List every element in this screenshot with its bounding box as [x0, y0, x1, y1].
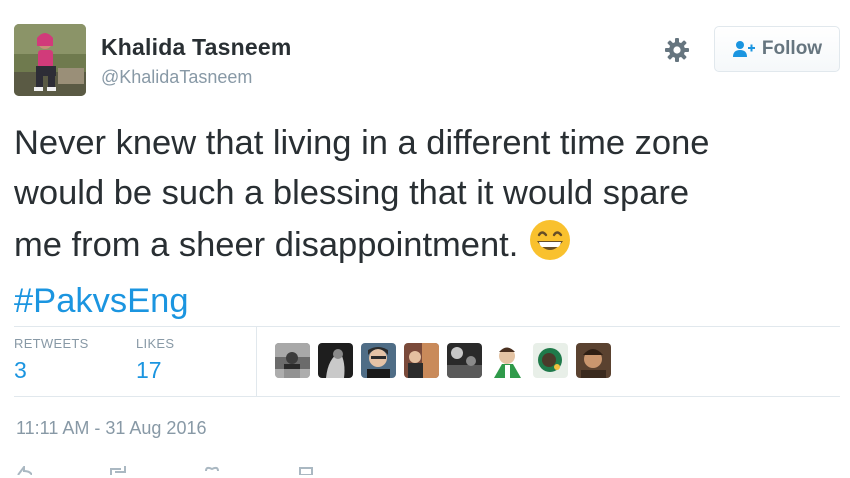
liker-avatar[interactable]	[361, 343, 396, 378]
tweet-line: Never knew that living in a different ti…	[14, 124, 710, 162]
tweet-text: Never knew that living in a different ti…	[14, 118, 834, 326]
tweet-line: would be such a blessing that it would s…	[14, 174, 690, 212]
heart-icon[interactable]	[204, 462, 220, 472]
hashtag-link[interactable]: #PakvsEng	[14, 276, 834, 326]
retweets-stat[interactable]: RETWEETS 3	[14, 336, 89, 384]
likes-count: 17	[136, 357, 162, 383]
add-user-icon	[732, 41, 755, 57]
grinning-face-emoji-icon	[528, 218, 572, 276]
divider	[14, 396, 840, 397]
gear-icon[interactable]	[664, 37, 690, 63]
avatar[interactable]	[14, 24, 86, 96]
tweet-card: Khalida Tasneem @KhalidaTasneem Follow N…	[0, 0, 850, 476]
divider	[14, 326, 840, 327]
retweet-icon[interactable]	[110, 462, 126, 475]
tweet-line-with-emoji: me from a sheer disappointment.	[14, 218, 834, 276]
follow-button-label: Follow	[761, 38, 823, 59]
retweets-label: RETWEETS	[14, 336, 89, 351]
liker-avatar[interactable]	[533, 343, 568, 378]
tweet-actions	[16, 462, 314, 476]
user-handle[interactable]: @KhalidaTasneem	[101, 67, 252, 88]
stats-separator	[256, 326, 257, 396]
reply-icon[interactable]	[16, 462, 33, 476]
likers-avatars	[275, 343, 611, 378]
avatar-image	[14, 24, 86, 96]
likes-stat[interactable]: LIKES 17	[136, 336, 174, 384]
display-name[interactable]: Khalida Tasneem	[101, 34, 291, 61]
liker-avatar[interactable]	[318, 343, 353, 378]
more-icon[interactable]	[298, 462, 314, 476]
liker-avatar[interactable]	[490, 343, 525, 378]
liker-avatar[interactable]	[275, 343, 310, 378]
likes-label: LIKES	[136, 336, 175, 351]
liker-avatar[interactable]	[404, 343, 439, 378]
liker-avatar[interactable]	[576, 343, 611, 378]
tweet-timestamp[interactable]: 11:11 AM - 31 Aug 2016	[16, 418, 206, 439]
tweet-line: me from a sheer disappointment.	[14, 226, 519, 264]
follow-button[interactable]: Follow	[714, 26, 840, 72]
retweets-count: 3	[14, 357, 27, 383]
liker-avatar[interactable]	[447, 343, 482, 378]
